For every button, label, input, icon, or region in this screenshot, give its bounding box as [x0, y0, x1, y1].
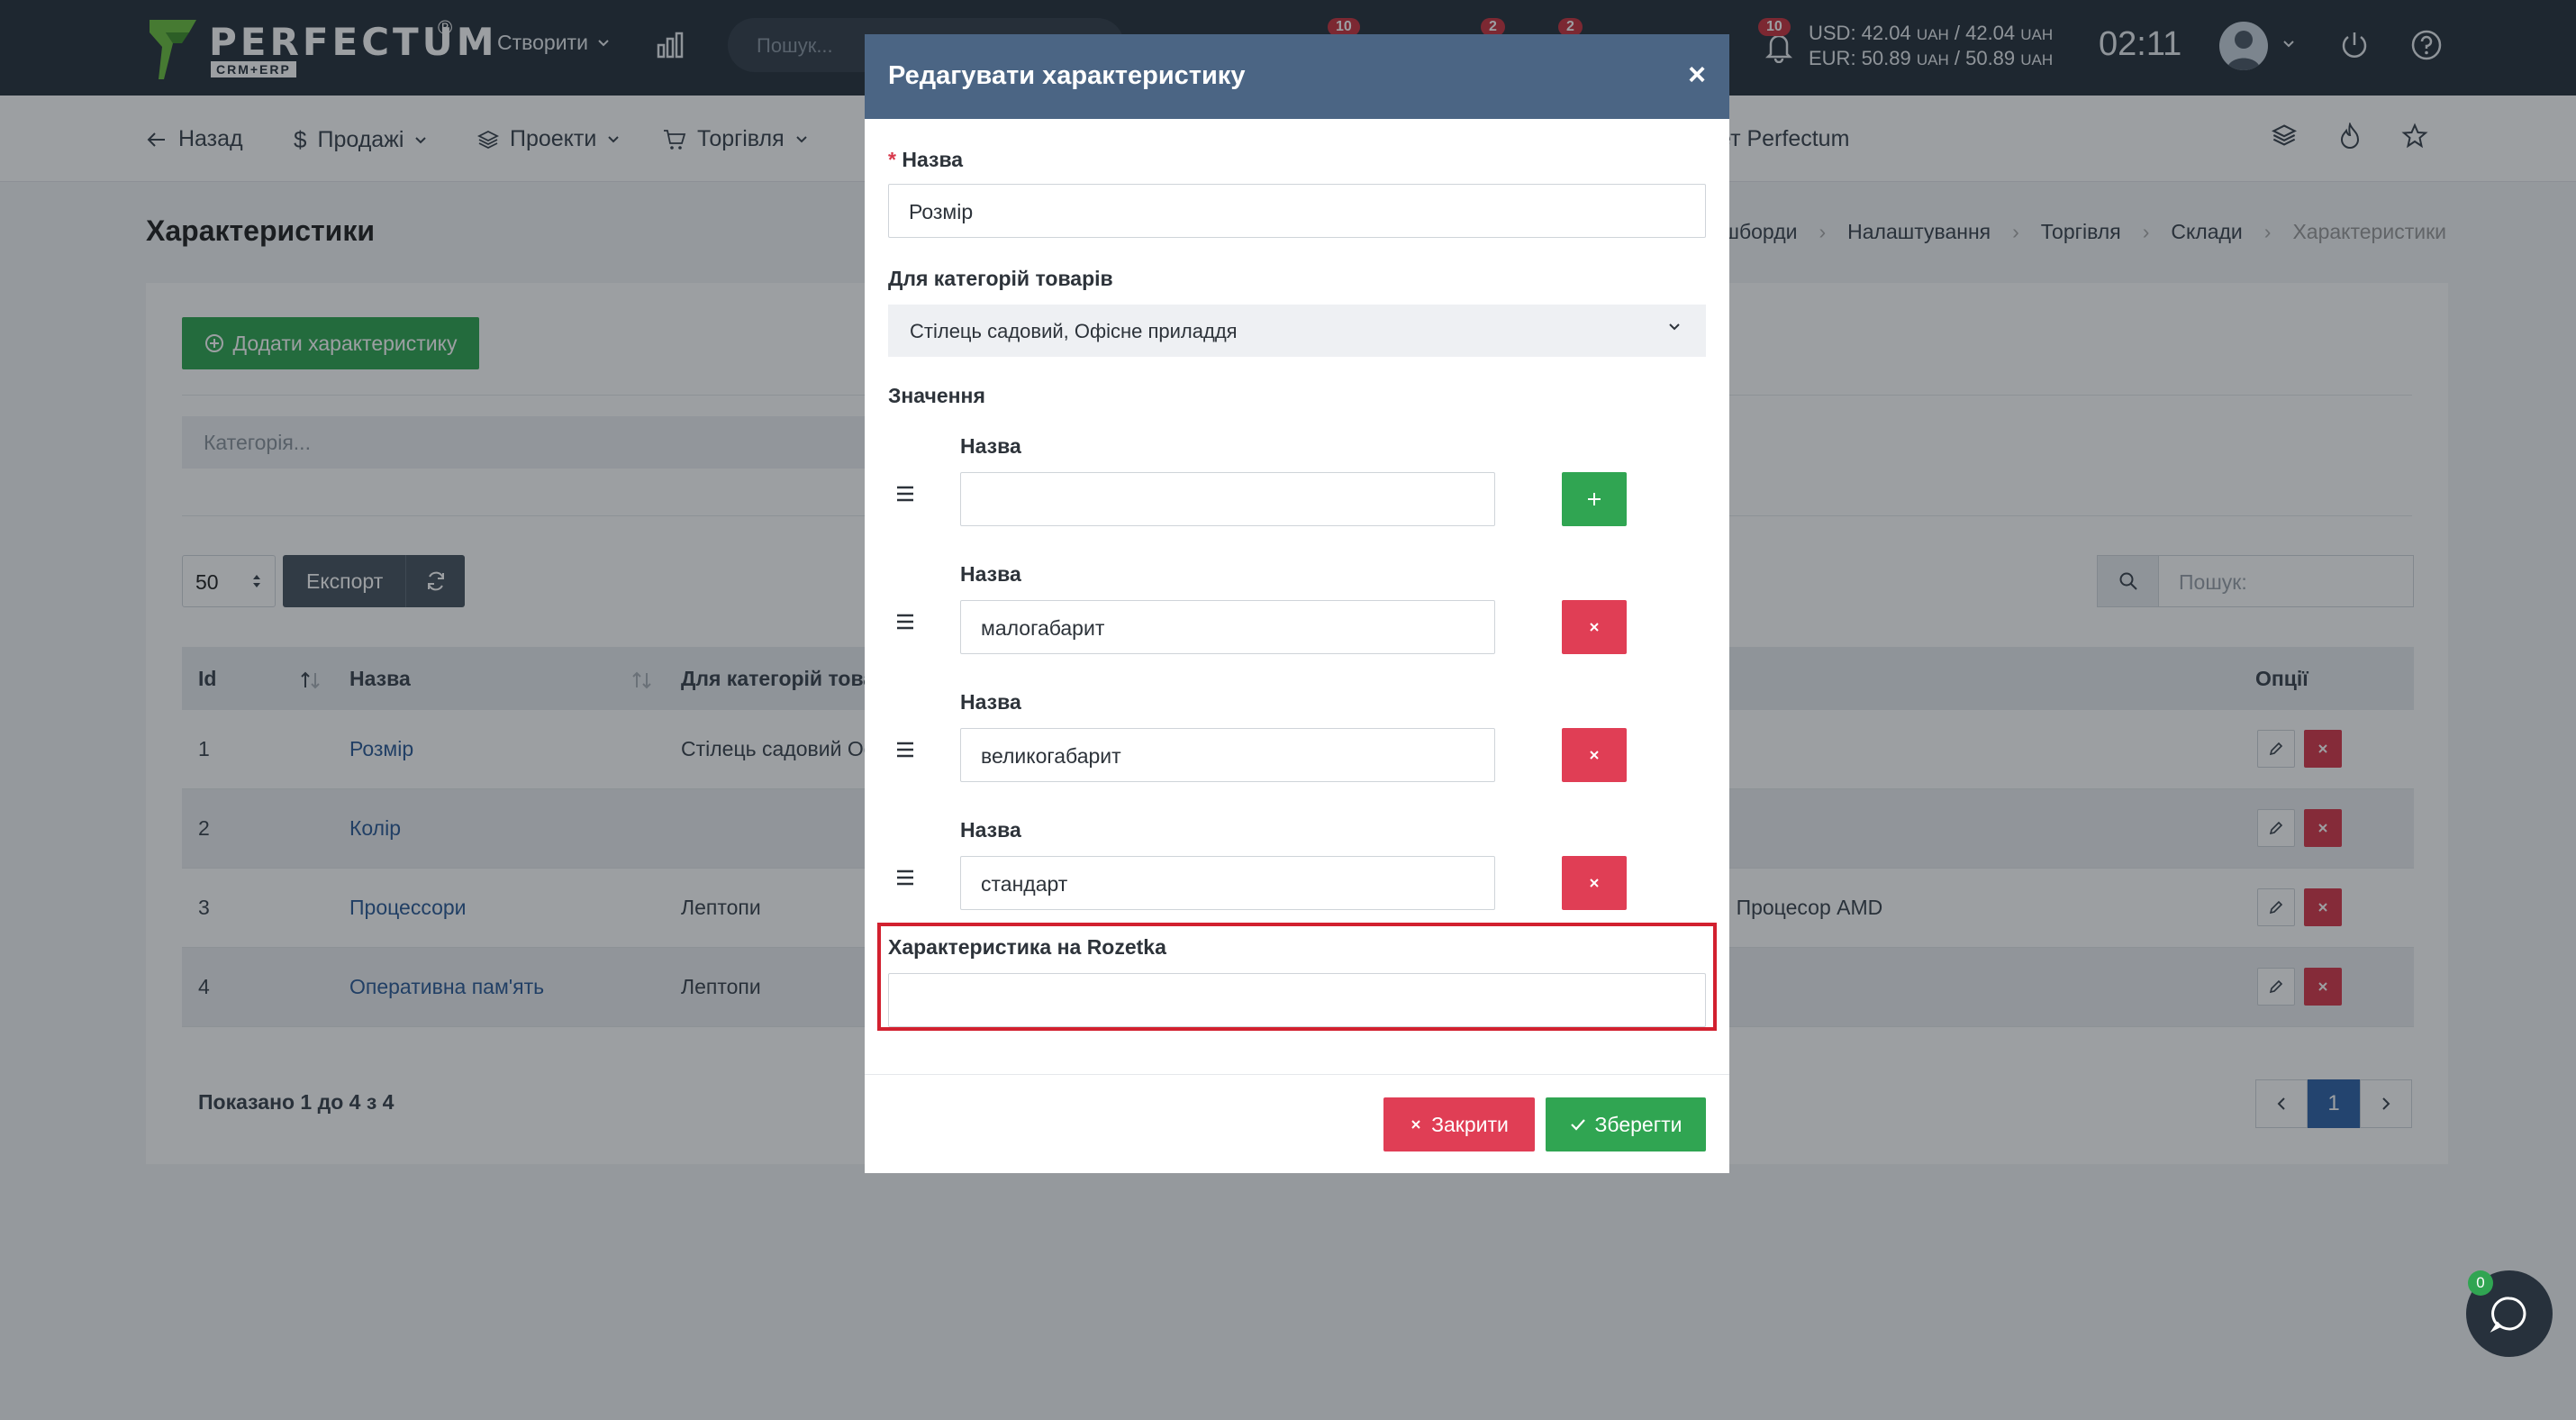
close-icon — [1590, 751, 1599, 760]
categories-value: Стілець садовий, Офісне приладдя — [910, 320, 1238, 342]
close-icon — [1411, 1120, 1420, 1129]
value-name-label: Назва — [960, 690, 1021, 714]
value-name-label: Назва — [960, 562, 1021, 586]
close-button-label: Закрити — [1431, 1112, 1509, 1136]
categories-select[interactable]: Стілець садовий, Офісне приладдя — [888, 305, 1706, 357]
drag-handle-icon[interactable] — [895, 869, 915, 887]
value-name-label: Назва — [960, 434, 1021, 458]
rozetka-label: Характеристика на Rozetka — [888, 935, 1166, 959]
remove-value-button[interactable] — [1562, 728, 1627, 782]
close-icon — [1590, 623, 1599, 632]
modal-header: Редагувати характеристику × — [865, 34, 1729, 119]
check-icon — [1570, 1119, 1585, 1131]
categories-label: Для категорій товарів — [888, 267, 1113, 290]
value-input[interactable]: малогабарит — [960, 600, 1495, 654]
values-label: Значення — [888, 384, 985, 407]
chevron-down-icon — [1669, 323, 1680, 331]
chat-badge: 0 — [2468, 1270, 2493, 1296]
save-button[interactable]: Зберегти — [1546, 1097, 1706, 1151]
modal-close-icon[interactable]: × — [1688, 58, 1706, 93]
save-button-label: Зберегти — [1594, 1112, 1683, 1136]
add-value-button[interactable] — [1562, 472, 1627, 526]
modal-footer-divider — [865, 1074, 1729, 1075]
remove-value-button[interactable] — [1562, 856, 1627, 910]
value-input[interactable]: стандарт — [960, 856, 1495, 910]
rozetka-input[interactable] — [888, 973, 1706, 1027]
drag-handle-icon[interactable] — [895, 613, 915, 631]
close-icon — [1590, 878, 1599, 888]
value-input[interactable]: великогабарит — [960, 728, 1495, 782]
value-input[interactable] — [960, 472, 1495, 526]
drag-handle-icon[interactable] — [895, 485, 915, 503]
name-label: * Назва — [888, 148, 964, 171]
close-button[interactable]: Закрити — [1383, 1097, 1535, 1151]
chat-bubble-icon — [2490, 1297, 2526, 1333]
remove-value-button[interactable] — [1562, 600, 1627, 654]
plus-icon — [1588, 493, 1601, 505]
modal-title: Редагувати характеристику — [888, 61, 1246, 90]
edit-characteristic-modal: Редагувати характеристику × * Назва Розм… — [865, 34, 1729, 1173]
required-mark: * — [888, 148, 896, 171]
name-input[interactable]: Розмір — [888, 184, 1706, 238]
drag-handle-icon[interactable] — [895, 741, 915, 759]
value-name-label: Назва — [960, 818, 1021, 842]
